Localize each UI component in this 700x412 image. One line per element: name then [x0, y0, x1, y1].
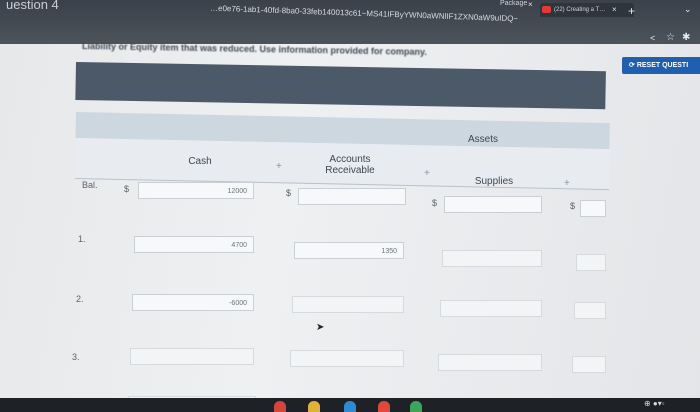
- accounting-equation-table: Assets Cash + Accounts Receivable + Supp…: [72, 62, 616, 412]
- youtube-icon: [542, 6, 551, 13]
- next-column-row3-input[interactable]: [572, 356, 606, 373]
- refresh-icon: ⟳: [629, 62, 637, 69]
- plus-sign: +: [564, 178, 570, 189]
- row-label-2: 2.: [76, 294, 84, 304]
- cash-row1-input[interactable]: 4700: [134, 236, 254, 253]
- row-label-1: 1.: [78, 234, 86, 244]
- ar-row3-input[interactable]: [290, 350, 404, 367]
- extension-icon[interactable]: ✱: [682, 32, 690, 43]
- next-column-bal-input[interactable]: [580, 200, 606, 217]
- row-label-bal: Bal.: [82, 180, 98, 190]
- star-icon[interactable]: ☆: [666, 32, 675, 43]
- files-icon[interactable]: [344, 401, 356, 412]
- cash-row3-input[interactable]: [130, 348, 254, 365]
- row-label-3: 3.: [72, 352, 80, 362]
- cash-row2-input[interactable]: -6000: [132, 294, 254, 311]
- close-icon[interactable]: ×: [528, 0, 533, 9]
- tab-youtube[interactable]: (22) Creating a T…: [540, 3, 634, 17]
- dollar-sign: $: [124, 184, 130, 194]
- table-top-band: [75, 62, 606, 110]
- plus-sign: +: [276, 161, 282, 172]
- page-content: Liability or Equity item that was reduce…: [0, 40, 700, 412]
- supplies-row1-input[interactable]: [442, 250, 542, 267]
- app-icon[interactable]: [308, 401, 320, 412]
- tab-youtube-label: (22) Creating a T…: [554, 7, 606, 13]
- cash-bal-input[interactable]: 12000: [138, 182, 254, 199]
- next-column-row2-input[interactable]: [574, 302, 606, 319]
- dollar-sign: $: [570, 201, 576, 211]
- address-bar[interactable]: …e0e76-1ab1-40fd-8ba0-33feb140013c61~MS4…: [210, 0, 521, 31]
- next-column-row1-input[interactable]: [576, 254, 606, 271]
- column-header-accounts-receivable: Accounts Receivable: [325, 154, 375, 176]
- supplies-row3-input[interactable]: [438, 354, 542, 371]
- instruction-text: Liability or Equity item that was reduce…: [81, 40, 427, 58]
- chevron-down-icon[interactable]: ⌄: [684, 4, 692, 15]
- new-tab-button[interactable]: +: [628, 4, 635, 18]
- column-header-supplies: Supplies: [474, 176, 514, 187]
- column-header-cash: Cash: [188, 156, 212, 167]
- dollar-sign: $: [286, 188, 292, 198]
- reset-label: RESET QUESTI: [636, 62, 689, 69]
- app-icon[interactable]: [410, 401, 422, 412]
- gmail-icon[interactable]: [378, 401, 390, 412]
- share-icon[interactable]: <: [650, 33, 655, 43]
- close-icon[interactable]: ×: [612, 5, 617, 14]
- dollar-sign: $: [432, 198, 438, 208]
- chrome-icon[interactable]: [274, 401, 286, 412]
- supplies-row2-input[interactable]: [440, 300, 542, 317]
- supplies-bal-input[interactable]: [444, 196, 542, 213]
- ar-row2-input[interactable]: [292, 296, 404, 313]
- assets-header: Assets: [468, 134, 499, 145]
- reset-question-button[interactable]: ⟳ RESET QUESTI: [622, 57, 700, 74]
- plus-sign: +: [424, 168, 430, 179]
- mouse-cursor-icon: ➤: [316, 322, 325, 333]
- ar-row1-input[interactable]: 1350: [294, 242, 404, 259]
- system-tray[interactable]: ⊕ ●▾◦: [644, 399, 665, 408]
- browser-chrome: uestion 4 …e0e76-1ab1-40fd-8ba0-33feb140…: [0, 0, 700, 44]
- ar-bal-input[interactable]: [298, 188, 406, 205]
- question-title: uestion 4: [6, 0, 59, 12]
